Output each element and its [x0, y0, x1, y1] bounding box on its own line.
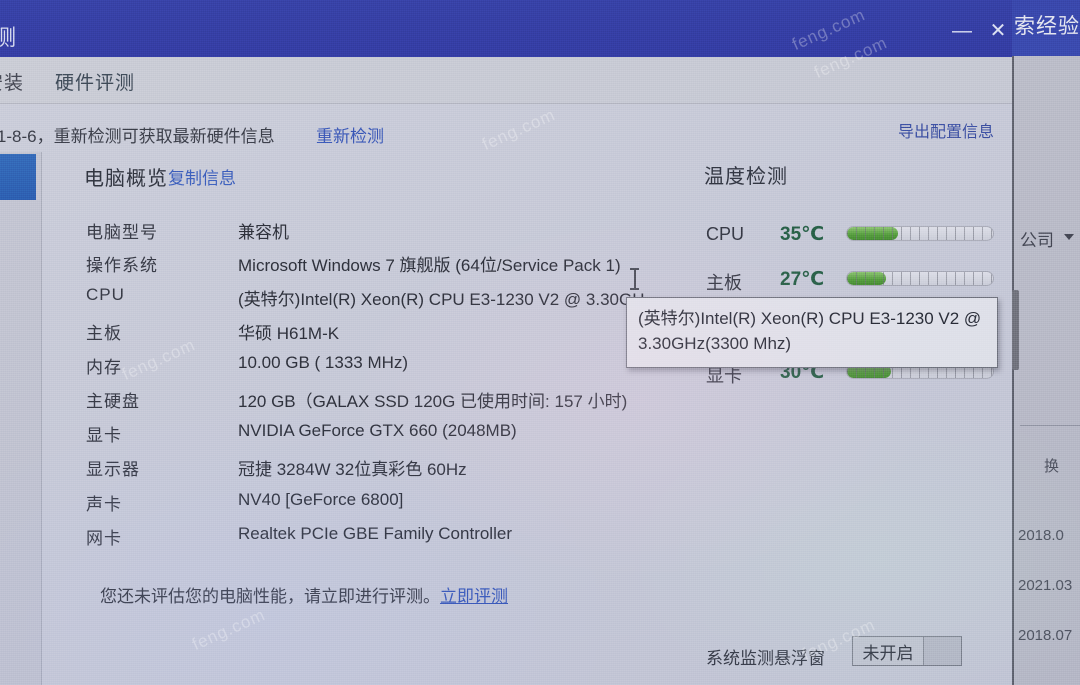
copy-info-link[interactable]: 复制信息	[168, 164, 236, 189]
temp-gauge-motherboard	[846, 271, 994, 286]
spec-value-cpu[interactable]: (英特尔)Intel(R) Xeon(R) CPU E3-1230 V2 @ 3…	[238, 285, 659, 310]
page-title: 电脑概览	[84, 168, 168, 190]
temperature-panel-title: 温度检测	[704, 166, 788, 188]
temp-value-motherboard: 27℃	[780, 269, 825, 290]
content-area: 021-8-6，重新检测可获取最新硬件信息 重新检测 导出配置信息 息 息 息 …	[0, 104, 1012, 685]
temp-value-cpu: 35℃	[780, 224, 825, 245]
spec-label-os: 操作系统	[86, 256, 158, 275]
spec-label-monitor: 显示器	[86, 460, 140, 479]
spec-value-monitor: 冠捷 3284W 32位真彩色 60Hz	[238, 460, 467, 479]
float-monitor-label: 系统监测悬浮窗	[706, 649, 825, 668]
screen-photo: 索经验 公司 换 2018.0 2021.03 2018.07 件检测 — ✕ …	[0, 0, 1080, 685]
benchmark-prompt-text: 您还未评估您的电脑性能，请立即进行评测。	[100, 587, 440, 606]
minimize-icon[interactable]: —	[948, 18, 976, 44]
scrollbar-thumb[interactable]	[1012, 290, 1019, 370]
temp-gauge-ticks	[847, 272, 993, 285]
titlebar: 件检测 — ✕	[0, 0, 1012, 57]
tab-hardware-benchmark[interactable]: 硬件评测	[55, 68, 135, 95]
detect-notice: 021-8-6，重新检测可获取最新硬件信息	[0, 127, 275, 146]
background-window-title: 索经验	[1014, 15, 1080, 38]
spec-value-memory: 10.00 GB ( 1333 MHz)	[238, 353, 409, 372]
background-company-filter[interactable]: 公司	[1020, 226, 1054, 251]
export-config-link[interactable]: 导出配置信息	[898, 118, 994, 142]
tab-driver-install[interactable]: 驱动安装	[0, 68, 24, 95]
spec-label-model: 电脑型号	[86, 223, 158, 242]
spec-value-gpu: NVIDIA GeForce GTX 660 (2048MB)	[238, 421, 517, 440]
cpu-tooltip: (英特尔)Intel(R) Xeon(R) CPU E3-1230 V2 @ 3…	[626, 297, 998, 369]
hardware-detect-window: 件检测 — ✕ 驱动安装 硬件评测 021-8-6，重新检测可获取最新硬件信息 …	[0, 0, 1012, 685]
spec-label-soundcard: 声卡	[86, 495, 122, 514]
divider	[1020, 425, 1080, 426]
spec-label-nic: 网卡	[86, 529, 122, 548]
spec-value-nic: Realtek PCIe GBE Family Controller	[238, 524, 512, 543]
spec-label-motherboard: 主板	[86, 324, 122, 343]
spec-label-memory: 内存	[86, 358, 122, 377]
sidebar-item-active-highlight[interactable]	[0, 154, 36, 200]
spec-value-motherboard: 华硕 H61M-K	[238, 324, 340, 343]
background-table-row: 2021.03	[1018, 577, 1073, 594]
spec-value-os: Microsoft Windows 7 旗舰版 (64位/Service Pac…	[238, 256, 621, 275]
spec-value-soundcard: NV40 [GeForce 6800]	[238, 490, 404, 509]
window-title: 件检测	[0, 25, 19, 50]
background-table-row: 2018.07	[1018, 627, 1073, 644]
chevron-down-icon[interactable]	[1064, 234, 1074, 240]
spec-label-disk: 主硬盘	[86, 392, 140, 411]
tabbar: 驱动安装 硬件评测	[0, 57, 1012, 104]
spec-value-disk: 120 GB（GALAX SSD 120G 已使用时间: 157 小时)	[238, 392, 628, 411]
start-benchmark-link[interactable]: 立即评测	[440, 582, 508, 607]
temp-gauge-cpu	[846, 226, 994, 241]
background-column-header: 换	[1044, 458, 1060, 475]
sidebar	[0, 152, 42, 685]
toggle-knob[interactable]	[923, 637, 961, 665]
close-icon[interactable]: ✕	[984, 18, 1012, 44]
temp-gauge-ticks	[847, 227, 993, 240]
redetect-link[interactable]: 重新检测	[316, 122, 384, 147]
spec-label-gpu: 显卡	[86, 426, 122, 445]
background-table-row: 2018.0	[1018, 527, 1064, 544]
temp-label-cpu: CPU	[706, 224, 745, 244]
spec-label-cpu: CPU	[86, 285, 125, 304]
float-monitor-state: 未开启	[862, 643, 914, 663]
spec-value-model: 兼容机	[238, 223, 289, 242]
float-monitor-toggle[interactable]: 未开启	[852, 636, 962, 666]
temp-label-motherboard: 主板	[706, 273, 742, 293]
